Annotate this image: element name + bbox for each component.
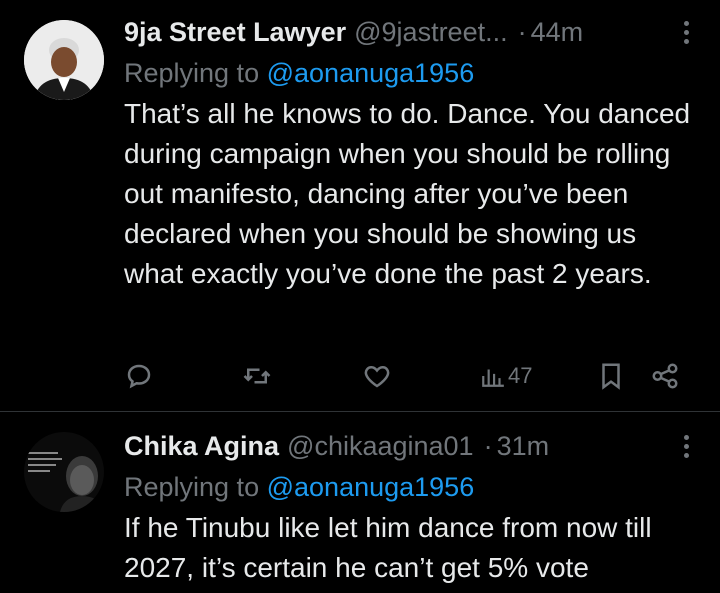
avatar[interactable] [24, 20, 104, 100]
tweet-header: 9ja Street Lawyer @9jastreet... · 44m [124, 14, 696, 50]
tweet-header: Chika Agina @chikaagina01 · 31m [124, 428, 696, 464]
replying-to-line: Replying to @aonanuga1956 [124, 468, 696, 506]
bookmark-button[interactable] [596, 360, 626, 392]
timestamp[interactable]: 31m [497, 431, 550, 462]
tweet[interactable]: 9ja Street Lawyer @9jastreet... · 44m Re… [0, 0, 720, 412]
views-button[interactable]: 47 [480, 360, 532, 392]
views-icon [482, 369, 504, 387]
username[interactable]: @chikaagina01 [287, 431, 474, 462]
share-button[interactable] [650, 360, 680, 392]
replying-to-line: Replying to @aonanuga1956 [124, 54, 696, 92]
tweet-actions: 47 [124, 352, 684, 400]
replying-to-link[interactable]: @aonanuga1956 [267, 472, 475, 502]
more-options-icon[interactable] [676, 432, 696, 460]
display-name[interactable]: Chika Agina [124, 431, 279, 462]
replying-to-label: Replying to [124, 472, 260, 502]
reply-button[interactable] [124, 360, 154, 392]
timestamp[interactable]: 44m [531, 17, 584, 48]
retweet-button[interactable] [242, 360, 272, 392]
separator-dot: · [483, 430, 493, 461]
replying-to-label: Replying to [124, 58, 260, 88]
tweet-body: 9ja Street Lawyer @9jastreet... · 44m Re… [124, 14, 696, 294]
reply-icon [127, 364, 151, 389]
username[interactable]: @9jastreet... [354, 17, 507, 48]
tweet-text: That’s all he knows to do. Dance. You da… [124, 98, 691, 289]
more-options-icon[interactable] [676, 18, 696, 46]
share-icon [652, 363, 678, 389]
like-icon [364, 365, 390, 388]
bookmark-icon [602, 363, 620, 390]
like-button[interactable] [362, 360, 392, 392]
retweet-icon [243, 368, 271, 384]
separator-dot: · [517, 16, 527, 47]
replying-to-link[interactable]: @aonanuga1956 [267, 58, 475, 88]
tweet[interactable]: Chika Agina @chikaagina01 · 31m Replying… [0, 412, 720, 593]
display-name[interactable]: 9ja Street Lawyer [124, 17, 346, 48]
tweet-text: If he Tinubu like let him dance from now… [124, 512, 652, 583]
views-count: 47 [508, 363, 533, 388]
tweet-body: Chika Agina @chikaagina01 · 31m Replying… [124, 428, 696, 588]
